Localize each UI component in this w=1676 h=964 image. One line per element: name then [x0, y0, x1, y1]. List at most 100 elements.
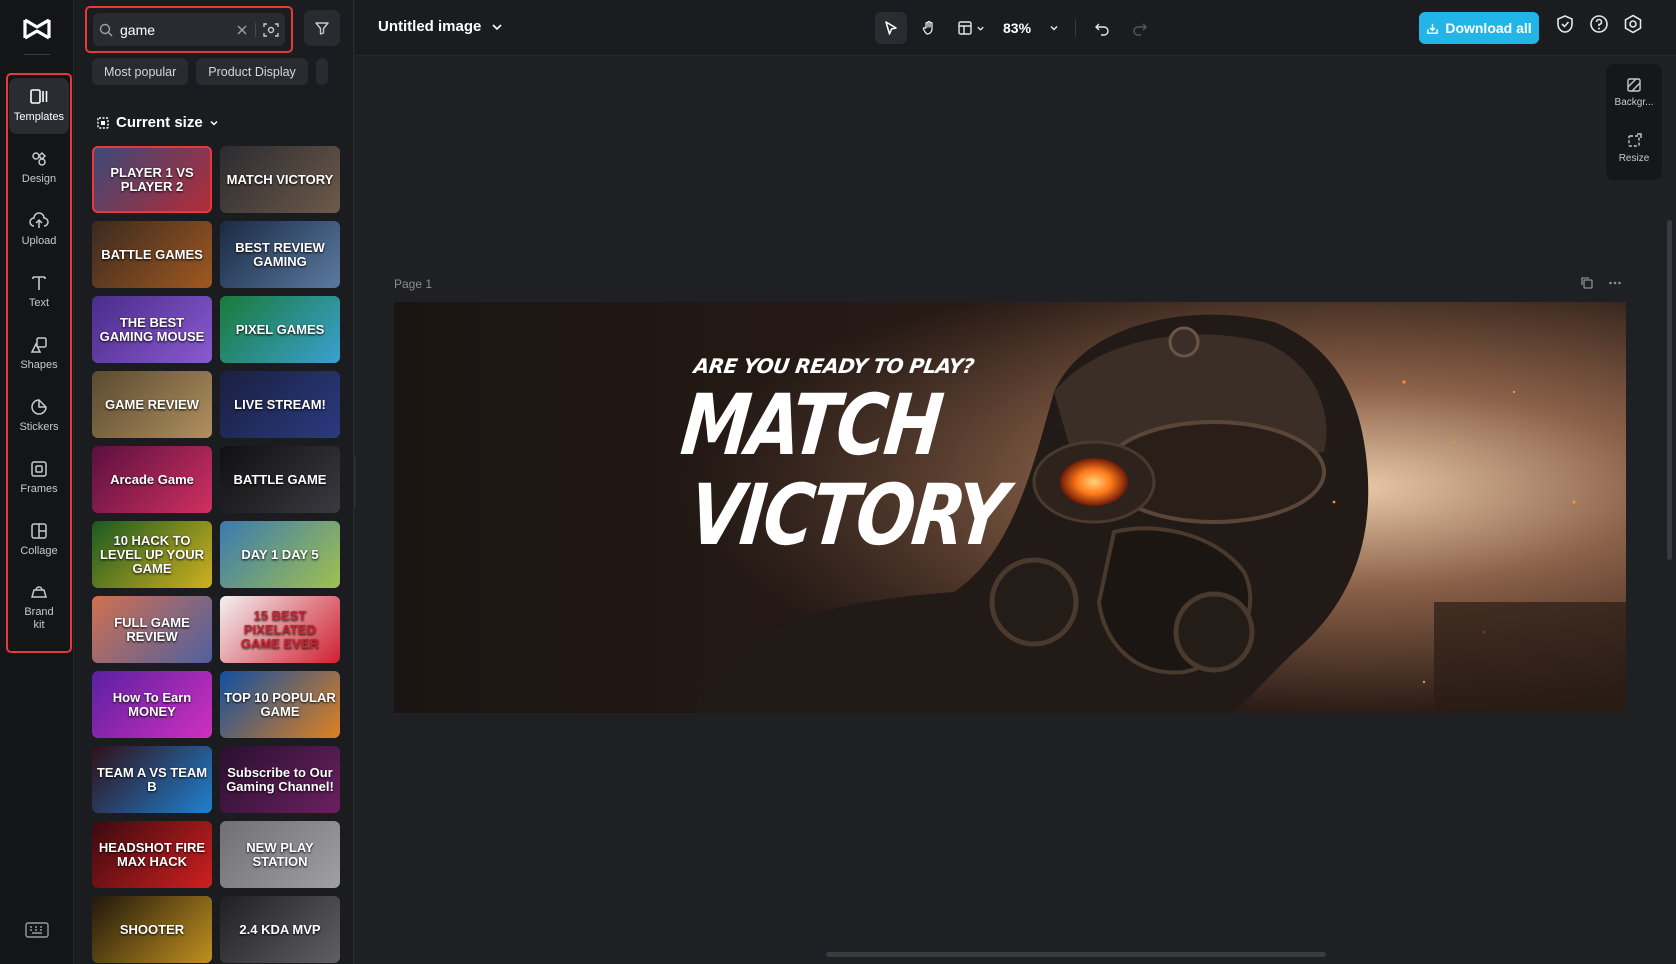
background-tool[interactable]: Backgr... [1606, 64, 1662, 120]
template-thumbnail[interactable]: MATCH VICTORY [220, 146, 340, 213]
template-thumbnail[interactable]: DAY 1 DAY 5 [220, 521, 340, 588]
template-thumbnail-text: TOP 10 POPULAR GAME [224, 689, 336, 719]
rail-item-frames[interactable]: Frames [9, 450, 69, 506]
template-thumbnail-text: FULL GAME REVIEW [114, 614, 190, 644]
rail-item-shapes[interactable]: Shapes [9, 326, 69, 382]
rail-label-frames: Frames [20, 483, 58, 495]
document-title[interactable]: Untitled image [378, 18, 503, 35]
canvas-page[interactable]: ARE YOU READY TO PLAY? MATCH VICTORY [394, 302, 1626, 713]
shield-icon[interactable] [1555, 14, 1575, 34]
more-options-icon[interactable] [1608, 276, 1622, 290]
select-tool[interactable] [875, 12, 907, 44]
search-divider [255, 22, 256, 37]
rail-label-brand-kit: Brand kit [24, 605, 54, 631]
template-thumbnail-text: SHOOTER [119, 921, 185, 937]
text-icon [32, 276, 46, 290]
template-thumbnail[interactable]: 10 HACK TO LEVEL UP YOUR GAME [92, 521, 212, 588]
layout-icon [958, 21, 972, 35]
zoom-dropdown[interactable] [1043, 12, 1065, 44]
rail-label-templates: Templates [13, 111, 65, 123]
rail-nav: Templates Design Upload Text Shapes Stic… [7, 78, 71, 646]
canvas-tools: 83% [875, 12, 1156, 44]
download-icon [1427, 23, 1439, 34]
template-thumbnail[interactable]: BEST REVIEW GAMING [220, 221, 340, 288]
zoom-level[interactable]: 83% [997, 20, 1037, 36]
resize-tool[interactable]: Resize [1606, 120, 1662, 176]
hand-tool[interactable] [913, 12, 945, 44]
vertical-scrollbar[interactable] [1667, 220, 1672, 560]
rail-item-text[interactable]: Text [9, 264, 69, 320]
template-thumbnail[interactable]: 15 BEST PIXELATED GAME EVER [220, 596, 340, 663]
duplicate-page-icon[interactable] [1580, 276, 1594, 290]
rail-divider [24, 54, 50, 55]
template-thumbnail[interactable]: PIXEL GAMES [220, 296, 340, 363]
horizontal-scrollbar[interactable] [826, 952, 1326, 957]
template-thumbnail[interactable]: How To Earn MONEY [92, 671, 212, 738]
layout-tool[interactable] [951, 12, 991, 44]
rail-item-design[interactable]: Design [9, 140, 69, 196]
current-size-label: Current size [116, 114, 203, 131]
chip-most-popular[interactable]: Most popular [92, 58, 189, 85]
rail-label-shapes: Shapes [20, 359, 58, 371]
poster-headline-match[interactable]: MATCH [677, 376, 945, 474]
templates-panel: Most popular Product Display Current siz… [74, 0, 354, 964]
search-bar[interactable] [93, 13, 285, 46]
filter-button[interactable] [304, 10, 340, 46]
template-thumbnail[interactable]: GAME REVIEW [92, 371, 212, 438]
brand-kit-icon [31, 585, 47, 598]
undo-button[interactable] [1086, 12, 1118, 44]
redo-button[interactable] [1124, 12, 1156, 44]
template-thumbnail[interactable]: LIVE STREAM! [220, 371, 340, 438]
stickers-icon [31, 399, 47, 415]
capcut-logo-icon[interactable] [18, 14, 56, 44]
toolbar-divider [1075, 19, 1077, 37]
rail-item-collage[interactable]: Collage [9, 512, 69, 568]
poster-headline-victory[interactable]: VICTORY [685, 466, 1010, 564]
template-thumbnail[interactable]: TOP 10 POPULAR GAME [220, 671, 340, 738]
rail-item-templates[interactable]: Templates [9, 78, 69, 134]
rail-item-brand-kit[interactable]: Brand kit [9, 574, 69, 640]
search-input[interactable] [120, 21, 229, 38]
template-thumbnail[interactable]: BATTLE GAMES [92, 221, 212, 288]
search-highlight-box [85, 6, 293, 53]
poster-tagline[interactable]: ARE YOU READY TO PLAY? [692, 354, 975, 378]
template-thumbnail[interactable]: BATTLE GAME [220, 446, 340, 513]
image-search-icon[interactable] [263, 22, 279, 38]
download-all-button[interactable]: Download all [1419, 12, 1539, 44]
template-thumbnail[interactable]: Arcade Game [92, 446, 212, 513]
top-bar: Untitled image 83% Download all [355, 0, 1676, 56]
keyboard-shortcuts-icon[interactable] [25, 922, 49, 938]
chevron-down-icon [977, 26, 984, 31]
template-thumbnail-text: How To Earn MONEY [112, 689, 192, 719]
current-size-dropdown[interactable]: Current size [96, 114, 219, 131]
template-thumbnail-text: BATTLE GAMES [101, 246, 203, 262]
template-thumbnail-text: MATCH VICTORY [226, 171, 334, 187]
document-title-text: Untitled image [378, 18, 482, 35]
rail-item-stickers[interactable]: Stickers [9, 388, 69, 444]
template-thumbnail[interactable]: SHOOTER [92, 896, 212, 963]
rail-label-upload: Upload [21, 235, 57, 247]
hand-icon [922, 20, 933, 35]
rail-label-text: Text [28, 297, 50, 309]
category-chips: Most popular Product Display [92, 58, 328, 85]
chip-overflow[interactable] [315, 58, 328, 85]
right-side-tools: Backgr... Resize [1606, 64, 1662, 180]
template-thumbnail-text: BEST REVIEW GAMING [235, 239, 325, 269]
templates-icon [30, 89, 48, 104]
app-window: Templates Design Upload Text Shapes Stic… [0, 0, 1676, 964]
help-icon[interactable] [1589, 14, 1609, 34]
template-thumbnail[interactable]: Subscribe to Our Gaming Channel! [220, 746, 340, 813]
template-thumbnail[interactable]: HEADSHOT FIRE MAX HACK [92, 821, 212, 888]
template-thumbnail[interactable]: PLAYER 1 VS PLAYER 2 [92, 146, 212, 213]
rail-item-upload[interactable]: Upload [9, 202, 69, 258]
clear-search-icon[interactable] [236, 24, 248, 36]
template-thumbnail[interactable]: TEAM A VS TEAM B [92, 746, 212, 813]
settings-icon[interactable] [1623, 14, 1643, 34]
design-icon [32, 151, 47, 166]
template-thumbnail[interactable]: 2.4 KDA MVP [220, 896, 340, 963]
template-thumbnail[interactable]: THE BEST GAMING MOUSE [92, 296, 212, 363]
template-thumbnail[interactable]: FULL GAME REVIEW [92, 596, 212, 663]
rail-label-collage: Collage [20, 545, 58, 557]
chip-product-display[interactable]: Product Display [196, 58, 308, 85]
template-thumbnail[interactable]: NEW PLAY STATION [220, 821, 340, 888]
